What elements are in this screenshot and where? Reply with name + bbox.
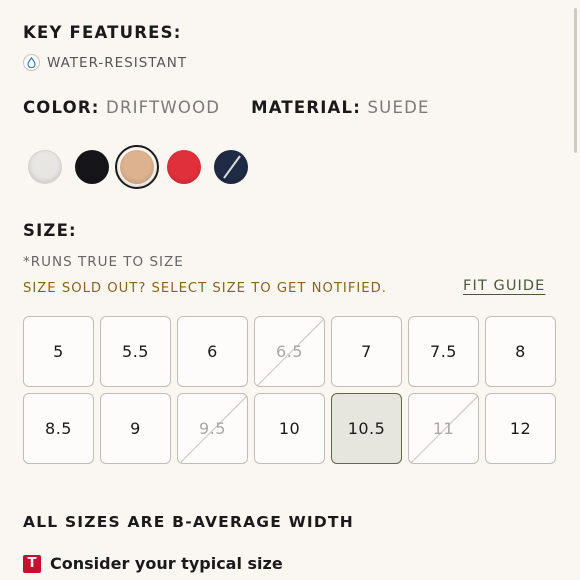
size-label: 5	[53, 342, 64, 361]
size-option-6-5[interactable]: 6.5	[254, 316, 325, 387]
size-label: 8.5	[45, 419, 72, 438]
swatch-driftwood[interactable]	[120, 150, 154, 184]
size-option-9[interactable]: 9	[100, 393, 171, 464]
size-option-10[interactable]: 10	[254, 393, 325, 464]
size-option-6[interactable]: 6	[177, 316, 248, 387]
swatch-red[interactable]	[167, 150, 201, 184]
size-option-11[interactable]: 11	[408, 393, 479, 464]
sold-out-note: SIZE SOLD OUT? SELECT SIZE TO GET NOTIFI…	[23, 281, 387, 296]
size-label: 11	[432, 419, 455, 438]
size-label: 10.5	[347, 419, 386, 438]
size-label: 6.5	[276, 342, 303, 361]
size-label: 12	[509, 419, 532, 438]
size-tip: T Consider your typical size	[23, 554, 283, 573]
material-label: MATERIAL:	[251, 98, 362, 117]
size-label: 9.5	[199, 419, 226, 438]
material-value: SUEDE	[367, 98, 430, 117]
size-option-5[interactable]: 5	[23, 316, 94, 387]
size-option-12[interactable]: 12	[485, 393, 556, 464]
width-note: ALL SIZES ARE B-AVERAGE WIDTH	[23, 513, 354, 531]
swatch-black[interactable]	[75, 150, 109, 184]
size-option-7-5[interactable]: 7.5	[408, 316, 479, 387]
swatch-navy[interactable]	[214, 150, 248, 184]
size-label: 10	[278, 419, 301, 438]
brand-badge-icon: T	[23, 554, 41, 573]
fit-guide-link[interactable]: FIT GUIDE	[463, 278, 545, 294]
size-label: 9	[130, 419, 141, 438]
size-option-8-5[interactable]: 8.5	[23, 393, 94, 464]
size-label: 5.5	[122, 342, 149, 361]
swatch-light-grey[interactable]	[28, 150, 62, 184]
size-title: SIZE:	[23, 221, 77, 240]
size-label: 7	[361, 342, 372, 361]
color-value: DRIFTWOOD	[106, 98, 221, 117]
scrollbar[interactable]	[574, 8, 577, 153]
tip-text: Consider your typical size	[50, 554, 283, 573]
size-option-5-5[interactable]: 5.5	[100, 316, 171, 387]
size-label: 7.5	[430, 342, 457, 361]
size-option-7[interactable]: 7	[331, 316, 402, 387]
size-option-8[interactable]: 8	[485, 316, 556, 387]
water-drop-icon	[23, 54, 40, 71]
color-material-line: COLOR: DRIFTWOOD MATERIAL: SUEDE	[23, 98, 430, 117]
color-label: COLOR:	[23, 98, 100, 117]
size-label: 6	[207, 342, 218, 361]
feature-label: WATER-RESISTANT	[47, 54, 188, 71]
key-features-title: KEY FEATURES:	[23, 23, 182, 42]
feature-water-resistant: WATER-RESISTANT	[23, 54, 187, 71]
size-option-10-5[interactable]: 10.5	[331, 393, 402, 464]
size-label: 8	[515, 342, 526, 361]
size-option-9-5[interactable]: 9.5	[177, 393, 248, 464]
runs-true-note: *RUNS TRUE TO SIZE	[23, 254, 184, 270]
